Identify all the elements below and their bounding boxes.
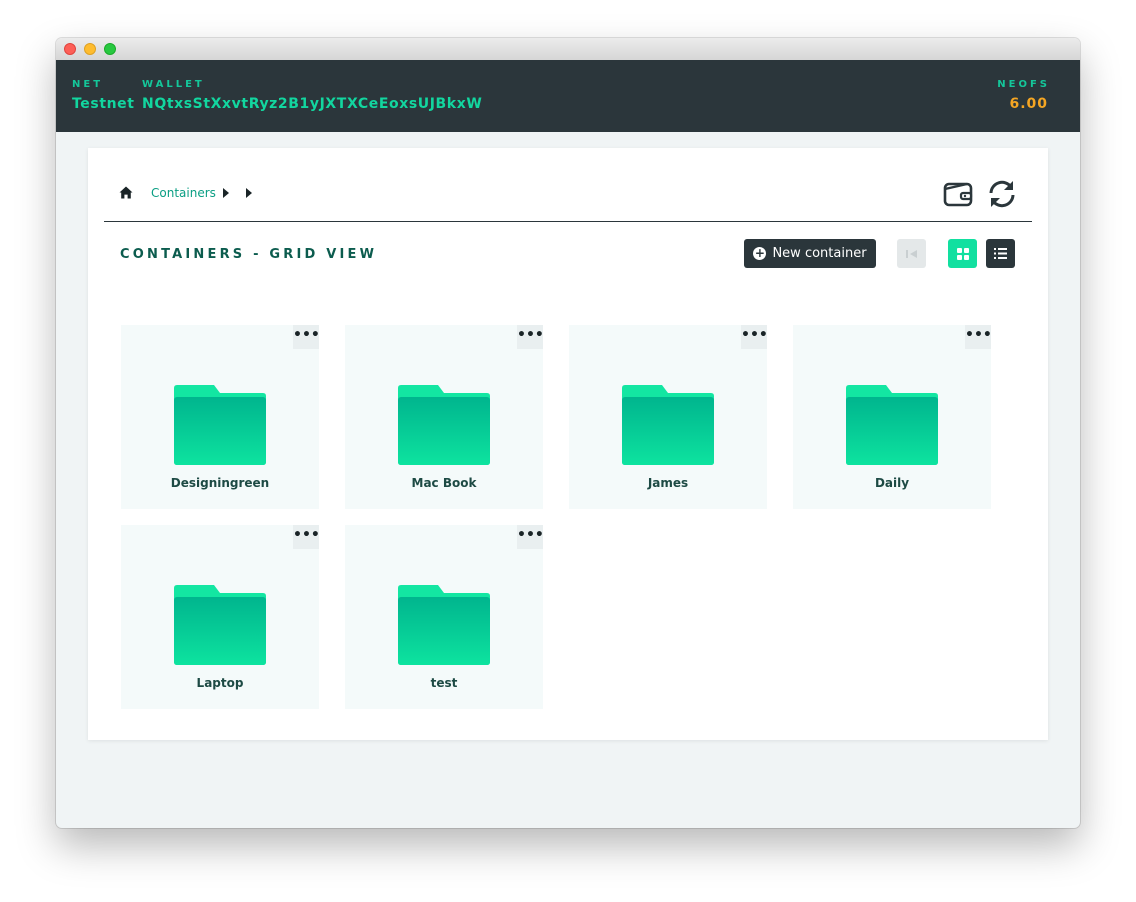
containers-panel: Containers CONTAINERS - GRID VIEW + New … xyxy=(88,148,1048,740)
container-tile[interactable]: ••• Daily xyxy=(793,325,992,509)
new-container-button[interactable]: + New container xyxy=(744,239,876,268)
container-name: Designingreen xyxy=(170,476,270,490)
plus-circle-icon: + xyxy=(753,246,767,260)
container-tile[interactable]: ••• Laptop xyxy=(121,525,320,709)
container-name: Mac Book xyxy=(411,476,477,490)
net-value: Testnet xyxy=(72,96,135,112)
container-name: Daily xyxy=(874,476,910,490)
page-title: CONTAINERS - GRID VIEW xyxy=(120,247,378,262)
list-view-button[interactable] xyxy=(986,239,1015,268)
minimize-window-button[interactable] xyxy=(84,43,96,55)
more-options-button[interactable]: ••• xyxy=(517,525,544,549)
step-back-icon xyxy=(905,249,917,258)
app-window: NET Testnet WALLET NQtxsStXxvtRyz2B1yJXT… xyxy=(56,38,1080,828)
folder-icon xyxy=(846,385,938,465)
container-name: test xyxy=(430,676,458,690)
back-button[interactable] xyxy=(897,239,926,268)
breadcrumb-separator-icon xyxy=(223,188,229,198)
close-window-button[interactable] xyxy=(64,43,76,55)
grid-icon xyxy=(956,247,969,260)
more-options-button[interactable]: ••• xyxy=(965,325,992,349)
container-name: James xyxy=(647,476,689,490)
breadcrumb-containers-link[interactable]: Containers xyxy=(151,186,216,200)
neofs-label: NEOFS xyxy=(997,79,1050,90)
more-options-button[interactable]: ••• xyxy=(293,325,320,349)
wallet-label: WALLET xyxy=(142,79,205,90)
container-tile[interactable]: ••• test xyxy=(345,525,544,709)
container-tile[interactable]: ••• Mac Book xyxy=(345,325,544,509)
list-icon xyxy=(994,248,1007,259)
folder-icon xyxy=(398,585,490,665)
more-options-button[interactable]: ••• xyxy=(741,325,768,349)
folder-icon xyxy=(174,385,266,465)
more-options-button[interactable]: ••• xyxy=(517,325,544,349)
app-header: NET Testnet WALLET NQtxsStXxvtRyz2B1yJXT… xyxy=(56,60,1080,132)
breadcrumb-separator-icon xyxy=(246,188,252,198)
more-options-button[interactable]: ••• xyxy=(293,525,320,549)
wallet-icon[interactable] xyxy=(942,178,974,210)
folder-icon xyxy=(398,385,490,465)
container-name: Laptop xyxy=(196,676,244,690)
net-label: NET xyxy=(72,79,104,90)
wallet-address: NQtxsStXxvtRyz2B1yJXTXCeEoxsUJBkxW xyxy=(142,96,483,112)
window-titlebar xyxy=(56,38,1080,61)
folder-icon xyxy=(174,585,266,665)
header-divider xyxy=(104,221,1032,222)
zoom-window-button[interactable] xyxy=(104,43,116,55)
container-tile[interactable]: ••• James xyxy=(569,325,768,509)
grid-view-button[interactable] xyxy=(948,239,977,268)
new-container-label: New container xyxy=(772,246,867,261)
container-tile[interactable]: ••• Designingreen xyxy=(121,325,320,509)
folder-icon xyxy=(622,385,714,465)
neofs-balance: 6.00 xyxy=(1009,96,1048,112)
refresh-icon[interactable] xyxy=(986,178,1018,210)
home-icon[interactable] xyxy=(119,186,133,199)
